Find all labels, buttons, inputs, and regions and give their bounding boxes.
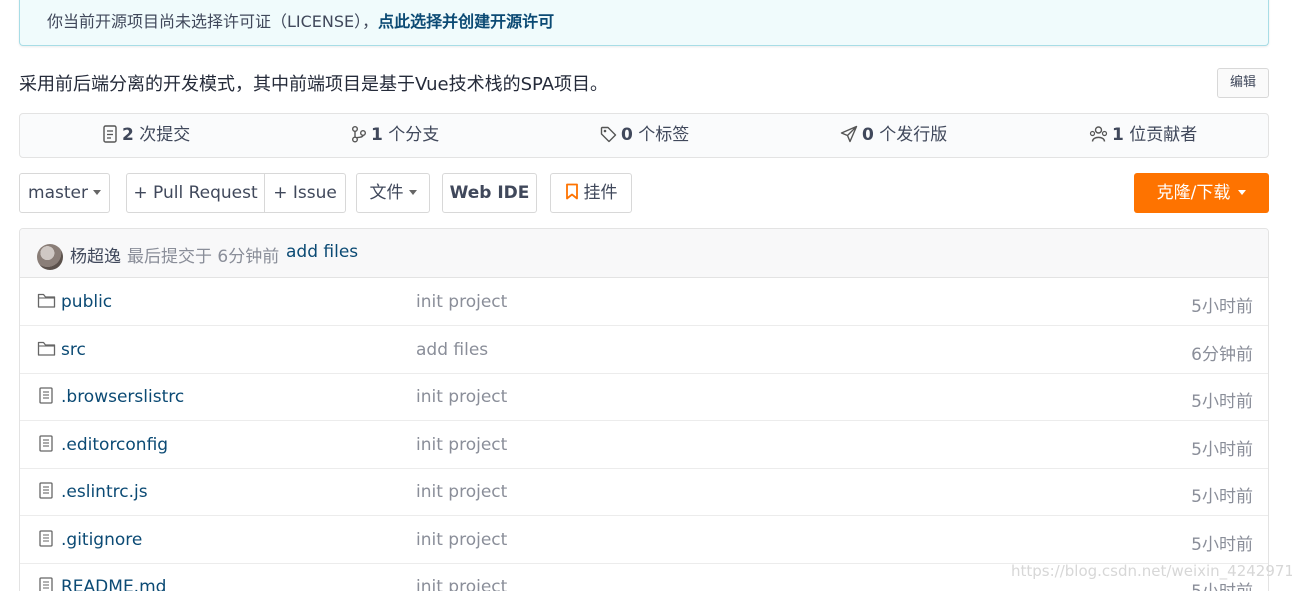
- branches-label: 个分支: [388, 125, 440, 145]
- contributors-count: 1: [1112, 125, 1124, 145]
- file-commit-message[interactable]: init project: [416, 577, 507, 591]
- contributors-icon: [1089, 126, 1108, 142]
- file-commit-time: 5小时前: [1191, 392, 1253, 412]
- web-ide-button[interactable]: Web IDE: [442, 173, 537, 213]
- file-menu-label: 文件: [369, 183, 404, 203]
- stat-tags[interactable]: 0 个标签: [600, 114, 689, 157]
- file-name-link[interactable]: .editorconfig: [61, 435, 168, 455]
- releases-count: 0: [862, 125, 874, 145]
- watermark: https://blog.csdn.net/weixin_42429718: [1011, 562, 1292, 580]
- file-icon: [37, 529, 56, 552]
- commit-author[interactable]: 杨超逸: [70, 242, 121, 267]
- file-commit-time: 5小时前: [1191, 487, 1253, 507]
- branch-icon: [352, 126, 366, 143]
- contributors-label: 位贡献者: [1129, 125, 1198, 145]
- branch-select[interactable]: master: [19, 173, 110, 213]
- avatar[interactable]: [37, 244, 63, 270]
- releases-label: 个发行版: [879, 125, 948, 145]
- file-commit-message[interactable]: init project: [416, 530, 507, 550]
- file-commit-message[interactable]: init project: [416, 435, 507, 455]
- file-name-link[interactable]: public: [61, 292, 112, 312]
- table-row[interactable]: .eslintrc.js init project 5小时前: [20, 469, 1268, 516]
- clone-download-label: 克隆/下载: [1156, 183, 1231, 203]
- file-list: 杨超逸 最后提交于 6分钟前 add files public init proj…: [19, 228, 1269, 591]
- chevron-down-icon: [1238, 190, 1247, 195]
- license-notice-text: 你当前开源项目尚未选择许可证（LICENSE），: [47, 12, 379, 31]
- folder-icon: [37, 292, 56, 314]
- tags-label: 个标签: [638, 125, 690, 145]
- widget-button[interactable]: 挂件: [550, 173, 632, 213]
- file-commit-message[interactable]: init project: [416, 387, 507, 407]
- bookmark-icon: [565, 183, 578, 200]
- stat-commits[interactable]: 2 次提交: [102, 114, 190, 157]
- repo-description: 采用前后端分离的开发模式，其中前端项目是基于Vue技术栈的SPA项目。: [19, 74, 609, 95]
- file-commit-time: 5小时前: [1191, 297, 1253, 317]
- new-issue-button[interactable]: + Issue: [265, 174, 345, 212]
- file-icon: [37, 434, 56, 457]
- file-icon: [37, 577, 56, 591]
- file-commit-message[interactable]: add files: [416, 340, 488, 360]
- file-icon: [37, 387, 56, 409]
- branch-select-label: master: [28, 183, 88, 203]
- folder-icon: [37, 340, 56, 362]
- stat-contributors[interactable]: 1 位贡献者: [1089, 114, 1197, 157]
- commit-message-link[interactable]: add files: [286, 242, 358, 262]
- stat-releases[interactable]: 0 个发行版: [840, 114, 947, 157]
- table-row[interactable]: .editorconfig init project 5小时前: [20, 422, 1268, 469]
- tags-count: 0: [621, 125, 633, 145]
- file-commit-time: 5小时前: [1191, 439, 1253, 460]
- commits-label: 次提交: [139, 125, 191, 145]
- edit-description-button[interactable]: 编辑: [1217, 68, 1269, 98]
- file-commit-message[interactable]: init project: [416, 292, 507, 312]
- file-icon: [37, 482, 56, 504]
- file-name-link[interactable]: README.md: [61, 577, 166, 591]
- file-commit-message[interactable]: init project: [416, 482, 507, 502]
- chevron-down-icon: [92, 190, 101, 195]
- table-row[interactable]: .browserslistrc init project 5小时前: [20, 374, 1268, 421]
- file-name-link[interactable]: src: [61, 340, 86, 360]
- stat-branches[interactable]: 1 个分支: [351, 114, 439, 157]
- pr-issue-group: + Pull Request + Issue: [126, 173, 346, 213]
- commits-count: 2: [122, 125, 134, 145]
- file-commit-time: 6分钟前: [1191, 344, 1253, 365]
- widget-label: 挂件: [583, 183, 618, 203]
- commit-time: 最后提交于 6分钟前: [127, 247, 280, 267]
- tag-icon: [600, 126, 617, 143]
- new-pull-request-button[interactable]: + Pull Request: [127, 174, 264, 212]
- create-license-link[interactable]: 点此选择并创建开源许可: [378, 12, 554, 31]
- file-menu-button[interactable]: 文件: [356, 173, 430, 213]
- file-name-link[interactable]: .browserslistrc: [61, 387, 184, 407]
- branches-count: 1: [371, 125, 383, 145]
- chevron-down-icon: [408, 190, 417, 195]
- last-commit-bar: 杨超逸 最后提交于 6分钟前 add files: [20, 229, 1268, 278]
- license-notice: 你当前开源项目尚未选择许可证（LICENSE），点此选择并创建开源许可: [19, 0, 1269, 46]
- commit-icon: [103, 125, 117, 143]
- file-name-link[interactable]: .gitignore: [61, 530, 142, 550]
- table-row[interactable]: .gitignore init project 5小时前: [20, 517, 1268, 564]
- repo-stats-bar: 2 次提交 1 个分支 0 个标签 0 个发行版 1 位贡献者: [19, 113, 1269, 158]
- table-row[interactable]: src add files 6分钟前: [20, 327, 1268, 374]
- clone-download-button[interactable]: 克隆/下载: [1134, 173, 1269, 213]
- file-name-link[interactable]: .eslintrc.js: [61, 482, 148, 502]
- table-row[interactable]: public init project 5小时前: [20, 279, 1268, 326]
- release-icon: [840, 125, 858, 143]
- file-commit-time: 5小时前: [1191, 534, 1253, 555]
